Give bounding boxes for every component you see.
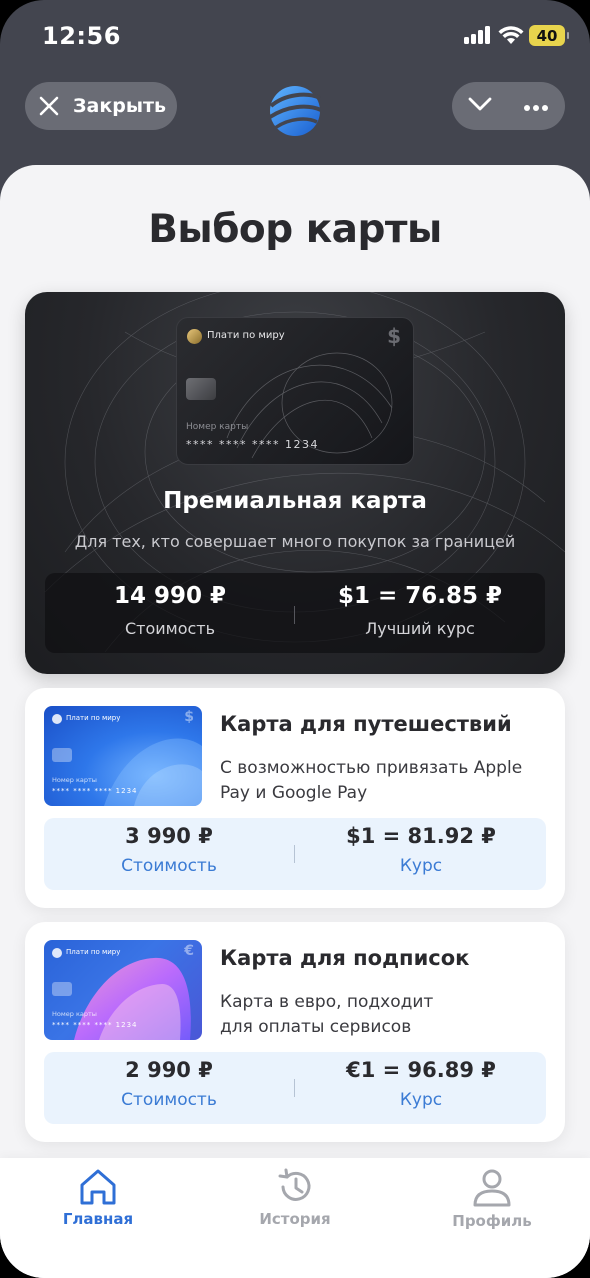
tab-profile[interactable]: Профиль bbox=[417, 1168, 567, 1230]
tab-home[interactable]: Главная bbox=[23, 1168, 173, 1228]
premium-card-image: Плати по миру $ Номер карты **** **** **… bbox=[176, 317, 414, 465]
card-number-label: Номер карты bbox=[52, 1010, 97, 1018]
price-label: Стоимость bbox=[121, 856, 217, 876]
card-currency: $ bbox=[184, 709, 194, 725]
card-number: **** **** **** 1234 bbox=[52, 787, 138, 795]
divider bbox=[294, 1079, 295, 1097]
divider bbox=[294, 845, 295, 863]
status-bar: 12:56 40 bbox=[0, 0, 590, 72]
offer-description: Карта в евро, подходит для оплаты сервис… bbox=[220, 992, 434, 1037]
page-title: Выбор карты bbox=[148, 207, 442, 252]
card-currency: $ bbox=[387, 324, 401, 348]
price-label: Стоимость bbox=[121, 1090, 217, 1110]
price-value: 3 990 ₽ bbox=[125, 824, 213, 848]
more-options-icon[interactable] bbox=[523, 97, 549, 116]
content-sheet: Выбор карты Плати по миру $ Номер карты … bbox=[0, 165, 590, 1278]
card-currency: € bbox=[184, 943, 194, 959]
close-label: Закрыть bbox=[73, 95, 167, 117]
brand-logo-icon bbox=[52, 714, 62, 724]
rate-value: $1 = 81.92 ₽ bbox=[346, 824, 496, 848]
card-chip-icon bbox=[52, 748, 72, 762]
travel-card-image: Плати по миру $ Номер карты **** **** **… bbox=[44, 706, 202, 806]
card-brand: Плати по миру bbox=[66, 714, 121, 722]
rate-stat: €1 = 96.89 ₽ Курс bbox=[296, 1052, 546, 1110]
card-number-label: Номер карты bbox=[52, 776, 97, 784]
chevron-down-icon[interactable] bbox=[468, 96, 492, 116]
close-button[interactable]: Закрыть bbox=[25, 82, 177, 130]
tab-bar: Главная История Профиль bbox=[0, 1158, 590, 1278]
app-logo-icon bbox=[268, 86, 322, 136]
offer-name: Карта для путешествий bbox=[220, 712, 512, 736]
offer-name: Карта для подписок bbox=[220, 946, 470, 970]
card-brand: Плати по миру bbox=[207, 330, 285, 341]
subscriptions-card-option[interactable]: Плати по миру € Номер карты **** **** **… bbox=[25, 922, 565, 1142]
tab-label: История bbox=[259, 1210, 331, 1228]
app-screen: 12:56 40 Закрыть Выбор карты Плати по ми… bbox=[0, 0, 590, 1278]
price-label: Стоимость bbox=[124, 619, 216, 638]
subscriptions-card-image: Плати по миру € Номер карты **** **** **… bbox=[44, 940, 202, 1040]
card-number: **** **** **** 1234 bbox=[186, 438, 319, 451]
price-value: 14 990 ₽ bbox=[113, 583, 227, 609]
card-number-label: Номер карты bbox=[186, 422, 249, 432]
price-value: 2 990 ₽ bbox=[125, 1058, 213, 1082]
tab-history[interactable]: История bbox=[220, 1168, 370, 1228]
travel-card-option[interactable]: Плати по миру $ Номер карты **** **** **… bbox=[25, 688, 565, 908]
battery-indicator: 40 bbox=[529, 25, 569, 46]
premium-card-option[interactable]: Плати по миру $ Номер карты **** **** **… bbox=[25, 292, 565, 674]
offer-stats: 2 990 ₽ Стоимость €1 = 96.89 ₽ Курс bbox=[44, 1052, 546, 1124]
rate-label: Курс bbox=[399, 1090, 443, 1110]
premium-card-description: Для тех, кто совершает много покупок за … bbox=[74, 532, 516, 551]
brand-logo-icon bbox=[52, 948, 62, 958]
history-icon bbox=[278, 1168, 311, 1201]
status-time: 12:56 bbox=[42, 22, 121, 50]
tab-label: Профиль bbox=[452, 1212, 532, 1230]
profile-icon bbox=[473, 1169, 511, 1207]
rate-value: €1 = 96.89 ₽ bbox=[346, 1058, 496, 1082]
offer-stats: 3 990 ₽ Стоимость $1 = 81.92 ₽ Курс bbox=[44, 818, 546, 890]
rate-stat: $1 = 81.92 ₽ Курс bbox=[296, 818, 546, 876]
rate-label: Курс bbox=[399, 856, 443, 876]
price-stat: 3 990 ₽ Стоимость bbox=[44, 818, 294, 876]
menu-pill bbox=[452, 82, 565, 130]
offer-description: С возможностью привязать Apple Pay и Goo… bbox=[220, 758, 523, 803]
card-chip-icon bbox=[186, 378, 216, 400]
price-stat: 2 990 ₽ Стоимость bbox=[44, 1052, 294, 1110]
premium-card-stats: 14 990 ₽ Стоимость $1 = 76.85 ₽ Лучший к… bbox=[45, 573, 545, 653]
price-stat: 14 990 ₽ Стоимость bbox=[45, 573, 295, 638]
rate-value: $1 = 76.85 ₽ bbox=[337, 583, 503, 609]
wifi-icon bbox=[498, 26, 524, 44]
premium-card-name: Премиальная карта bbox=[163, 488, 427, 514]
close-icon bbox=[25, 82, 73, 130]
tab-label: Главная bbox=[62, 1210, 134, 1228]
rate-stat: $1 = 76.85 ₽ Лучший курс bbox=[295, 573, 545, 638]
card-brand: Плати по миру bbox=[66, 948, 121, 956]
home-icon bbox=[80, 1169, 116, 1205]
rate-label: Лучший курс bbox=[365, 619, 475, 638]
card-number: **** **** **** 1234 bbox=[52, 1021, 138, 1029]
card-chip-icon bbox=[52, 982, 72, 996]
cellular-signal-icon bbox=[464, 26, 492, 44]
brand-logo-icon bbox=[187, 329, 202, 344]
